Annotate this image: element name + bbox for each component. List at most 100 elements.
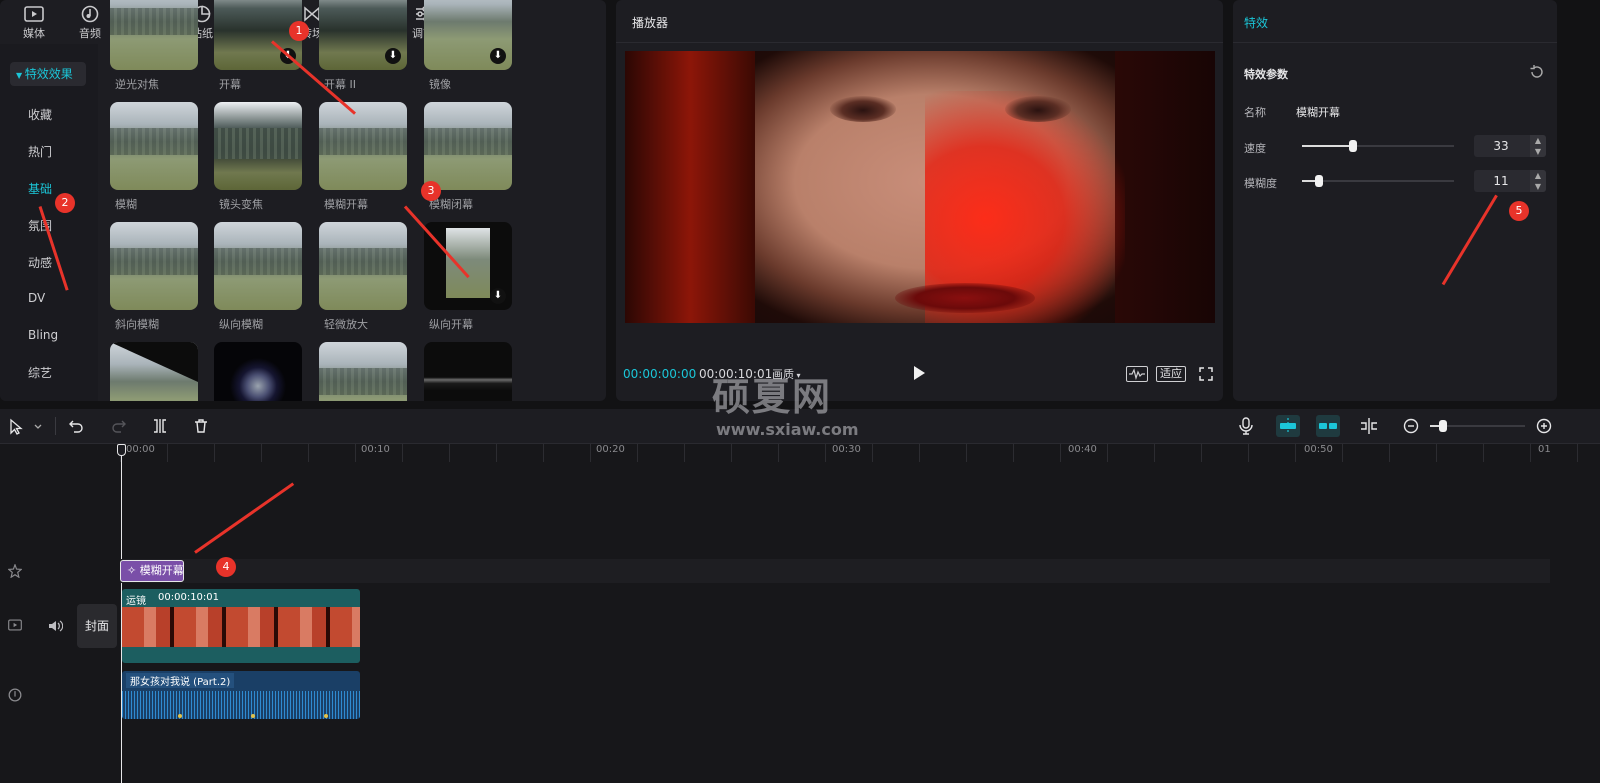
split-button[interactable]: [152, 418, 168, 434]
effect-label: 模糊开幕: [324, 198, 368, 211]
media-icon: [14, 3, 54, 25]
speed-slider-knob[interactable]: [1349, 140, 1357, 152]
effect-card-slight-zoom[interactable]: [319, 222, 407, 310]
zoom-slider-knob[interactable]: [1439, 420, 1447, 432]
fit-button[interactable]: 适应: [1156, 366, 1186, 382]
sidebar-section-header[interactable]: ▼ 特效效果: [10, 62, 86, 86]
blur-stepper[interactable]: 11 ▲ ▼: [1474, 170, 1546, 192]
undo-button[interactable]: [68, 418, 84, 434]
effect-card-mirror[interactable]: ⬇: [424, 0, 512, 70]
microphone-button[interactable]: [1238, 417, 1254, 435]
beat-marker: [324, 714, 328, 718]
fullscreen-icon: [1199, 367, 1213, 381]
select-tool-button[interactable]: [8, 418, 44, 436]
tab-label: 音频: [79, 27, 101, 40]
speed-slider-fill: [1302, 145, 1352, 147]
effect-card-letterbox[interactable]: [424, 342, 512, 401]
effect-card-opening[interactable]: ⬇: [214, 0, 302, 70]
annotation-badge: 4: [216, 557, 236, 577]
axis-icon: [1361, 418, 1377, 434]
mute-button[interactable]: [47, 619, 64, 633]
preview-axis-button[interactable]: [1358, 417, 1380, 435]
delete-button[interactable]: [193, 418, 209, 434]
effect-card-lens-zoom[interactable]: [214, 102, 302, 190]
stepper-arrows-icon[interactable]: ▲ ▼: [1530, 170, 1546, 192]
cover-button[interactable]: 封面: [77, 604, 117, 648]
tab-label: 媒体: [23, 27, 45, 40]
sidebar-item-favorites[interactable]: 收藏: [28, 106, 52, 123]
effect-label: 模糊: [115, 198, 137, 211]
effect-card-blur-closing[interactable]: [424, 102, 512, 190]
blur-slider-track[interactable]: [1302, 180, 1454, 182]
video-track-icon: [8, 619, 22, 633]
redo-button[interactable]: [111, 418, 127, 434]
effect-card-fade[interactable]: [319, 342, 407, 401]
effect-clip[interactable]: ✧ 模糊开幕: [120, 560, 184, 582]
preview-strip: [446, 228, 490, 298]
zoom-in-icon: [1536, 418, 1552, 434]
slant-mask: [110, 342, 198, 382]
waveform-toggle[interactable]: [1126, 366, 1148, 382]
download-icon[interactable]: ⬇: [490, 288, 506, 304]
cursor-icon: [10, 418, 42, 435]
name-value: 模糊开幕: [1296, 106, 1340, 119]
audio-track-icon: [8, 688, 22, 702]
effect-card-spotlight[interactable]: [214, 342, 302, 401]
effect-track: [120, 559, 1550, 583]
stepper-arrows-icon[interactable]: ▲ ▼: [1530, 135, 1546, 157]
effect-card-vertical-blur[interactable]: [214, 222, 302, 310]
effect-track-icon: [7, 563, 23, 579]
annotation-badge: 2: [55, 193, 75, 213]
speaker-icon: [49, 620, 64, 632]
ruler-tick: 00:50: [1304, 444, 1333, 455]
divider: [616, 42, 1223, 43]
watermark-url: www.sxiaw.com: [716, 420, 859, 439]
tab-media[interactable]: 媒体: [14, 3, 54, 41]
effect-card-opening-2[interactable]: ⬇: [319, 0, 407, 70]
split-icon: [154, 419, 166, 433]
sidebar-item-basic[interactable]: 基础: [28, 180, 52, 197]
sidebar-item-hot[interactable]: 热门: [28, 143, 52, 160]
player-title: 播放器: [632, 16, 669, 30]
effects-icon: ✧: [127, 564, 140, 577]
blur-slider-knob[interactable]: [1315, 175, 1323, 187]
speed-value[interactable]: 33: [1474, 135, 1528, 157]
effects-library-panel: 媒体 音频 TI 文本 贴纸 特效 转场 滤镜 调节 ▼ 特效效果 收藏 热门 …: [0, 0, 606, 401]
redo-icon: [112, 420, 126, 433]
playhead-handle[interactable]: [117, 444, 126, 456]
snap-toggle[interactable]: [1276, 415, 1300, 437]
download-icon[interactable]: ⬇: [385, 48, 401, 64]
watermark-logo: 硕夏网: [712, 375, 833, 419]
video-thumbnails: [122, 607, 360, 647]
link-toggle[interactable]: [1316, 415, 1340, 437]
sidebar-item-dynamic[interactable]: 动感: [28, 254, 52, 271]
zoom-out-button[interactable]: [1403, 418, 1419, 434]
play-button[interactable]: [912, 365, 926, 381]
zoom-in-button[interactable]: [1536, 418, 1552, 434]
fullscreen-button[interactable]: [1199, 367, 1213, 381]
blur-value[interactable]: 11: [1474, 170, 1528, 192]
effect-card-backlight-focus[interactable]: [110, 0, 198, 70]
ruler-tick: 00:10: [361, 444, 390, 455]
effect-card-blur[interactable]: [110, 102, 198, 190]
effect-card-slant-opening[interactable]: [110, 342, 198, 401]
sidebar-item-dv[interactable]: DV: [28, 291, 45, 305]
sidebar-item-variety[interactable]: 综艺: [28, 364, 52, 381]
speed-stepper[interactable]: 33 ▲ ▼: [1474, 135, 1546, 157]
link-icon: [1319, 423, 1337, 429]
ruler-tick: 01: [1538, 444, 1551, 455]
ruler-tick: 00:00: [126, 444, 155, 455]
audio-clip[interactable]: 那女孩对我说 (Part.2): [122, 671, 360, 719]
reset-button[interactable]: [1529, 64, 1545, 80]
download-icon[interactable]: ⬇: [490, 48, 506, 64]
effect-label: 开幕: [219, 78, 241, 91]
sidebar-item-bling[interactable]: Bling: [28, 328, 58, 342]
effect-card-blur-opening[interactable]: [319, 102, 407, 190]
effect-card-vertical-opening[interactable]: ⬇: [424, 222, 512, 310]
video-clip-name: 运镜: [126, 596, 146, 607]
tab-audio[interactable]: 音频: [70, 3, 110, 41]
ruler-tick: 00:20: [596, 444, 625, 455]
undo-icon: [69, 420, 83, 433]
effect-card-diagonal-blur[interactable]: [110, 222, 198, 310]
video-clip[interactable]: 运镜 00:00:10:01: [122, 589, 360, 663]
